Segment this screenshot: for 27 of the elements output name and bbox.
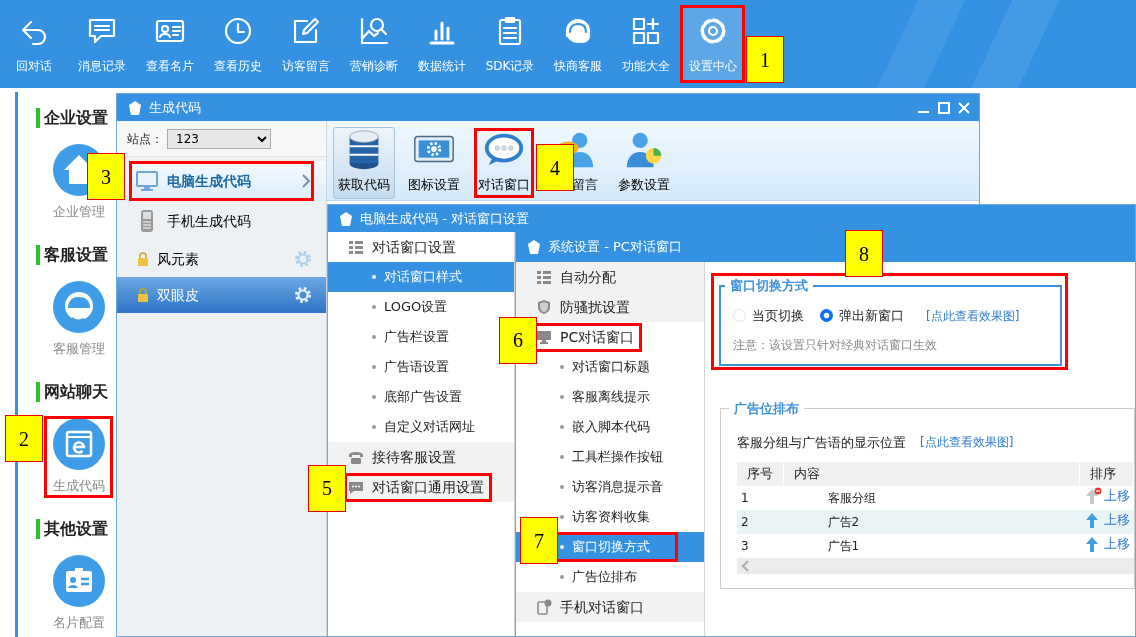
step-number-tooltip: 6: [499, 316, 537, 364]
column-header: 序号: [737, 462, 784, 486]
description-text: 客服分组与广告语的显示位置: [737, 433, 906, 452]
step-number-tooltip: 1: [746, 36, 784, 83]
window-title: 电脑生成代码 - 对话窗口设置: [360, 209, 529, 228]
table-cell: 1: [737, 486, 784, 510]
table-cell: 广告1: [783, 534, 1080, 558]
table-cell: 客服分组: [783, 486, 1080, 510]
column-header: 内容: [783, 462, 1080, 486]
radio-label: 弹出新窗口: [839, 307, 904, 325]
column-header: 排序: [1079, 462, 1134, 486]
step-number-tooltip: 3: [87, 153, 125, 200]
table-cell: 广告2: [783, 510, 1080, 534]
window-title: 生成代码: [149, 98, 201, 117]
group-title: 窗口切换方式: [729, 279, 809, 292]
radio-label: 当页切换: [752, 307, 804, 325]
site-label: 站点：: [127, 130, 163, 148]
window-title: 系统设置 - PC对话窗口: [548, 238, 682, 257]
step-number-tooltip: 5: [308, 464, 346, 512]
note-text: 注意：该设置只针对经典对话窗口生效: [733, 336, 938, 354]
step-number-tooltip: 4: [536, 144, 574, 191]
table-cell: 2: [737, 510, 784, 534]
step-number-tooltip: 2: [5, 415, 43, 462]
table-cell: 3: [737, 534, 784, 558]
group-title: 广告位排布: [733, 401, 800, 415]
step-number-tooltip: 8: [845, 230, 883, 277]
step-number-tooltip: 7: [520, 517, 558, 565]
